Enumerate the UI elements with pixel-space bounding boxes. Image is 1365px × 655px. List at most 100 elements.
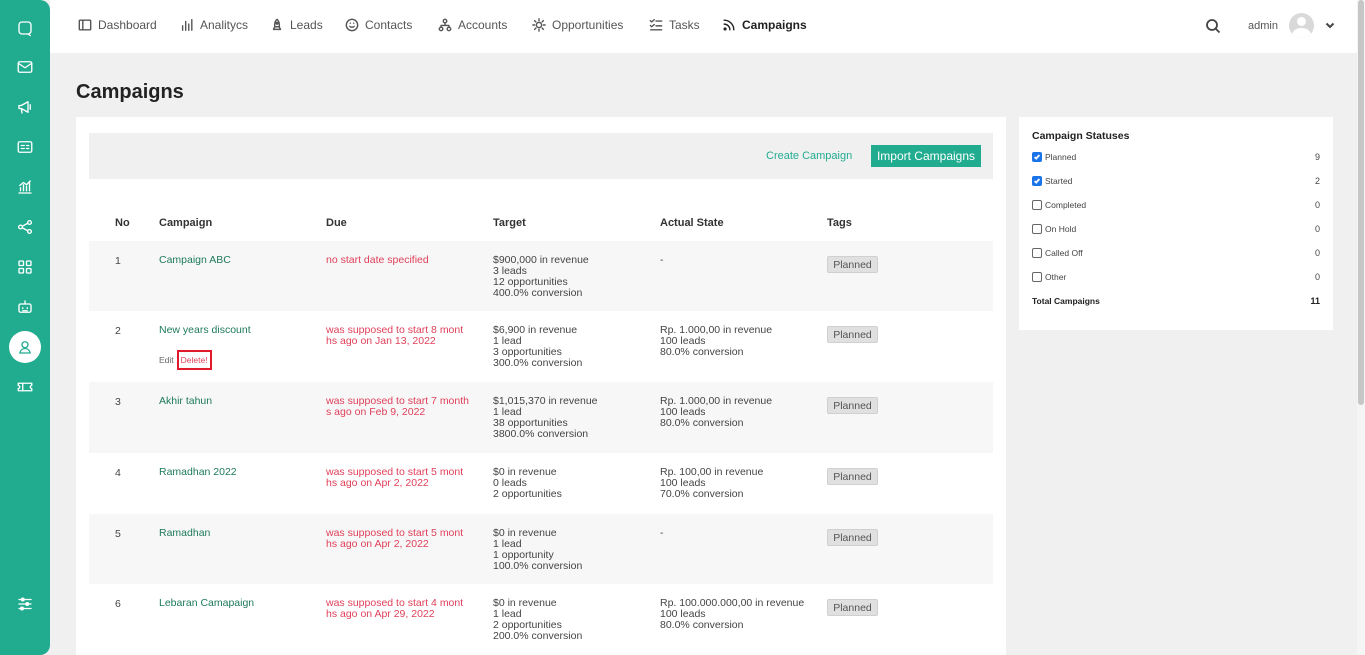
nav-label: Opportunities	[552, 18, 624, 32]
nav-label: Tasks	[669, 18, 700, 32]
campaign-name-link[interactable]: Campaign ABC	[159, 255, 231, 266]
rocket-icon	[272, 18, 282, 31]
due-line: s ago on Feb 9, 2022	[326, 406, 426, 418]
status-count: 9	[1314, 152, 1320, 162]
chevron-down-icon[interactable]	[1324, 19, 1336, 31]
header-tags: Tags	[827, 217, 852, 229]
table-row[interactable]: 4 Ramadhan 2022 was supposed to start 5 mo…	[89, 453, 993, 514]
target-line: 200.0% conversion	[493, 630, 583, 642]
status-count: 0	[1314, 248, 1320, 258]
target-text: $0 in revenue 0 leads 2 opportunities	[493, 467, 562, 500]
username[interactable]: admin	[1248, 20, 1278, 32]
campaign-name-link[interactable]: Lebaran Camapaign	[159, 598, 254, 609]
nav-label: Contacts	[365, 18, 413, 32]
nav-label: Accounts	[458, 18, 508, 32]
row-no: 2	[115, 325, 121, 337]
chart-icon[interactable]	[13, 175, 37, 199]
status-count: 0	[1314, 200, 1320, 210]
smile-icon	[345, 18, 359, 32]
total-campaigns-row: Total Campaigns 11	[1032, 296, 1320, 306]
megaphone-icon[interactable]	[13, 95, 37, 119]
status-filter-row: Called Off 0	[1032, 247, 1320, 259]
user-icon[interactable]	[9, 331, 41, 363]
row-no: 1	[115, 255, 121, 267]
nav-accounts[interactable]: Accounts	[438, 18, 507, 32]
actual-state-text: Rp. 100,00 in revenue 100 leads 70.0% conv…	[660, 467, 763, 500]
rss-icon	[723, 19, 735, 31]
table-row[interactable]: 3 Akhir tahun was supposed to start 7 mont…	[89, 382, 993, 453]
campaign-name-link[interactable]: Ramadhan	[159, 528, 210, 539]
row-no: 4	[115, 467, 121, 479]
status-label: Completed	[1045, 200, 1087, 210]
hierarchy-icon	[438, 18, 452, 32]
header-due: Due	[326, 217, 347, 229]
campaign-name-link[interactable]: Akhir tahun	[159, 396, 212, 407]
header-actual-state: Actual State	[660, 217, 724, 229]
row-no: 3	[115, 396, 121, 408]
edit-link[interactable]: Edit	[159, 355, 174, 365]
status-label: On Hold	[1045, 224, 1077, 234]
due-line: hs ago on Jan 13, 2022	[326, 335, 436, 347]
page-title: Campaigns	[76, 81, 184, 103]
checklist-icon	[649, 19, 663, 31]
status-label: Started	[1045, 176, 1073, 186]
actual-line: 80.0% conversion	[660, 346, 744, 358]
grid-icon[interactable]	[13, 255, 37, 279]
row-actions: Edit Delete!	[159, 350, 212, 370]
status-checkbox[interactable]	[1032, 224, 1042, 234]
campaign-name-link[interactable]: Ramadhan 2022	[159, 467, 237, 478]
row-no: 5	[115, 528, 121, 540]
nav-contacts[interactable]: Contacts	[345, 18, 412, 32]
status-checkbox[interactable]	[1032, 176, 1042, 186]
due-line: hs ago on Apr 29, 2022	[326, 608, 435, 620]
target-line: 3800.0% conversion	[493, 428, 589, 440]
header-target: Target	[493, 217, 526, 229]
table-row[interactable]: 1 Campaign ABC no start date specified $900…	[89, 241, 993, 311]
delete-link[interactable]: Delete!	[176, 350, 212, 370]
due-text: no start date specified	[326, 255, 471, 266]
nav-tasks[interactable]: Tasks	[649, 18, 700, 32]
table-row[interactable]: 5 Ramadhan was supposed to start 5 mont hs …	[89, 514, 993, 584]
campaigns-card: Create Campaign Import Campaigns No Camp…	[76, 117, 1006, 655]
share-icon[interactable]	[13, 215, 37, 239]
status-checkbox[interactable]	[1032, 152, 1042, 162]
mail-icon[interactable]	[13, 55, 37, 79]
table-row[interactable]: 2 New years discount was supposed to start…	[89, 311, 993, 382]
actual-line: -	[660, 527, 664, 539]
create-campaign-link[interactable]: Create Campaign	[766, 150, 852, 162]
status-tag: Planned	[827, 529, 878, 546]
nav-campaigns[interactable]: Campaigns	[722, 18, 807, 32]
status-filter-row: On Hold 0	[1032, 223, 1320, 235]
sun-icon	[532, 18, 546, 32]
table-row[interactable]: 6 Lebaran Camapaign was supposed to start …	[89, 584, 993, 654]
status-checkbox[interactable]	[1032, 200, 1042, 210]
status-checkbox[interactable]	[1032, 248, 1042, 258]
nav-label: Campaigns	[742, 18, 807, 32]
scrollbar-thumb[interactable]	[1358, 0, 1364, 405]
row-no: 6	[115, 598, 121, 610]
chat-icon[interactable]	[13, 16, 37, 40]
search-icon[interactable]	[1205, 18, 1221, 34]
nav-opportunities[interactable]: Opportunities	[532, 18, 623, 32]
status-tag: Planned	[827, 326, 878, 343]
status-tag: Planned	[827, 256, 878, 273]
status-checkbox[interactable]	[1032, 272, 1042, 282]
campaign-statuses-card: Campaign Statuses Planned 9 Started 2 Co…	[1019, 117, 1333, 330]
status-tag: Planned	[827, 468, 878, 485]
status-count: 0	[1314, 272, 1320, 282]
actual-line: 70.0% conversion	[660, 488, 744, 500]
nav-dashboard[interactable]: Dashboard	[78, 18, 157, 32]
nav-leads[interactable]: Leads	[270, 18, 323, 32]
target-line: 300.0% conversion	[493, 357, 583, 369]
import-campaigns-button[interactable]: Import Campaigns	[871, 145, 981, 167]
nav-analitycs[interactable]: Analitycs	[180, 18, 248, 32]
campaign-name-link[interactable]: New years discount	[159, 325, 251, 336]
ticket-icon[interactable]	[13, 375, 37, 399]
avatar[interactable]	[1289, 13, 1314, 38]
status-count: 0	[1314, 224, 1320, 234]
id-card-icon[interactable]	[13, 135, 37, 159]
sliders-icon[interactable]	[13, 592, 37, 616]
robot-icon[interactable]	[13, 295, 37, 319]
target-text: $0 in revenue 1 lead 2 opportunities 200.0%…	[493, 598, 582, 642]
scrollbar[interactable]	[1357, 0, 1365, 655]
